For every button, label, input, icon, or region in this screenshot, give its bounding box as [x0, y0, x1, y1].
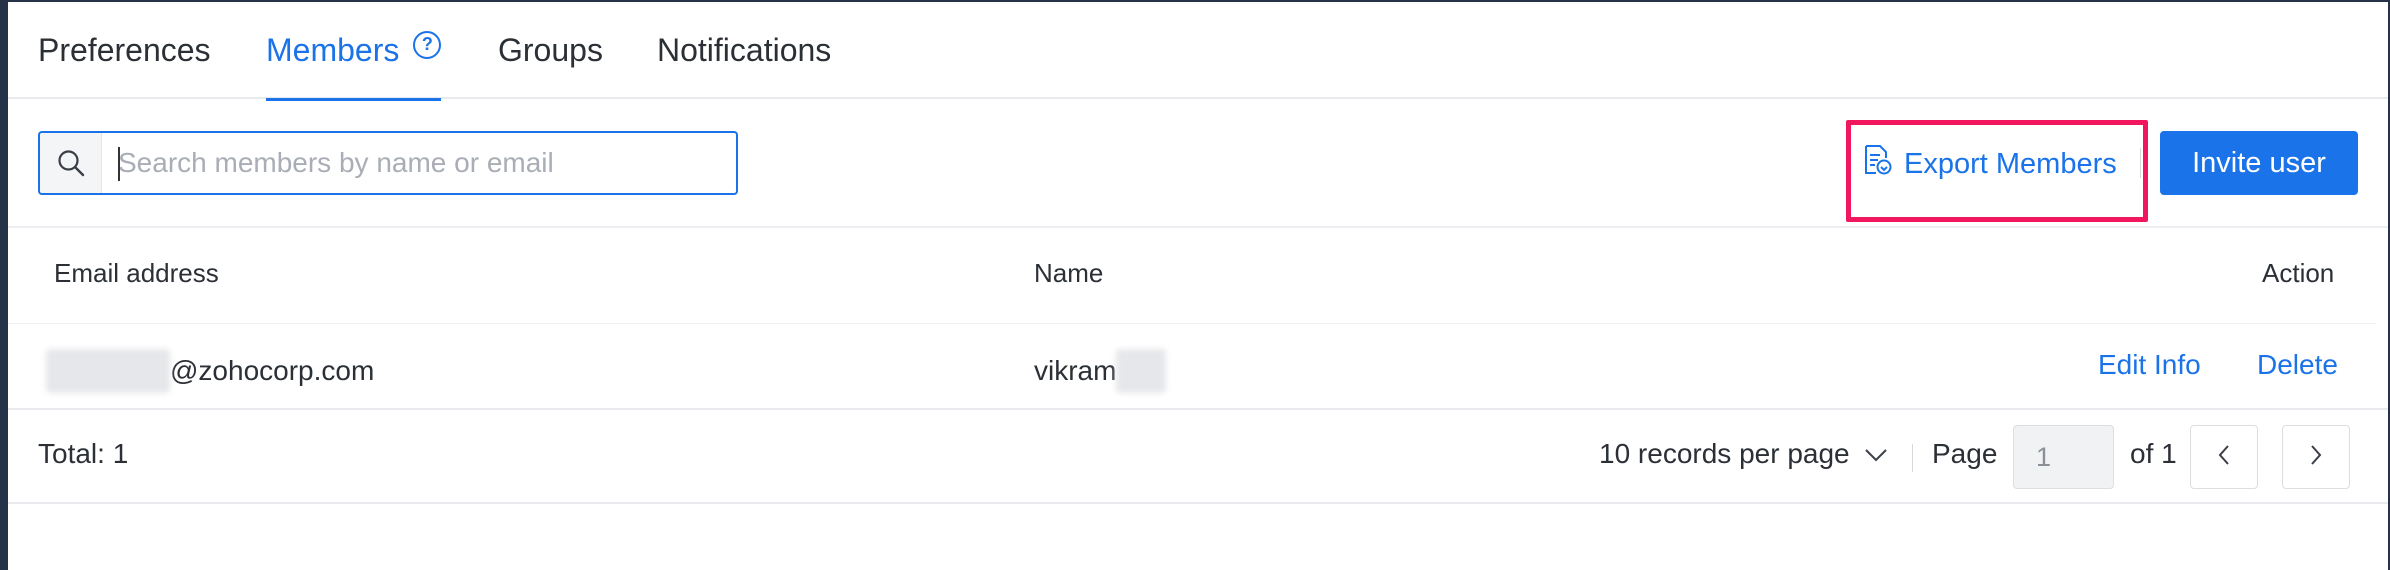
page-number-input[interactable]	[2013, 425, 2114, 489]
tab-notifications-label: Notifications	[657, 32, 832, 68]
search-input[interactable]	[102, 133, 736, 193]
tab-preferences[interactable]: Preferences	[38, 2, 211, 99]
invite-user-button[interactable]: Invite user	[2160, 131, 2358, 195]
tab-notifications[interactable]: Notifications	[657, 2, 831, 99]
chevron-down-icon	[1864, 438, 1888, 470]
header-divider	[8, 323, 2376, 324]
chevron-right-icon	[2309, 443, 2323, 472]
tab-members[interactable]: Members ?	[266, 2, 442, 101]
records-per-page-select[interactable]: 10 records per page	[1599, 438, 1888, 470]
footer-divider	[8, 502, 2388, 504]
column-header-action: Action	[2262, 258, 2335, 288]
column-header-email: Email address	[54, 258, 219, 288]
search-icon	[40, 133, 102, 193]
tab-groups-label: Groups	[498, 32, 603, 68]
export-icon	[1862, 144, 1892, 184]
tab-preferences-label: Preferences	[38, 32, 211, 68]
search-box[interactable]	[38, 131, 738, 195]
tab-groups[interactable]: Groups	[498, 2, 603, 99]
delete-link[interactable]: Delete	[2257, 349, 2338, 381]
text-cursor	[118, 147, 120, 181]
table-row-email: @zohocorp.com	[46, 349, 374, 393]
redacted-name	[1116, 349, 1167, 393]
toolbar-divider-line	[8, 226, 2388, 228]
previous-page-button[interactable]	[2190, 425, 2258, 489]
pagination-separator	[1912, 444, 1913, 472]
help-icon[interactable]: ?	[413, 30, 442, 59]
column-header-name: Name	[1034, 258, 1104, 288]
edit-info-link[interactable]: Edit Info	[2098, 349, 2201, 381]
next-page-button[interactable]	[2282, 425, 2350, 489]
page-label: Page	[1932, 438, 1998, 469]
toolbar-divider	[2140, 148, 2141, 178]
total-count: Total: 1	[38, 438, 129, 469]
chevron-left-icon	[2217, 443, 2231, 472]
member-name: vikram	[1034, 355, 1117, 386]
export-members-button[interactable]: Export Members	[1862, 138, 2117, 190]
tab-bar: Preferences Members ? Groups Notificatio…	[8, 2, 2388, 101]
export-members-label: Export Members	[1904, 147, 2117, 180]
table-row-name: vikram	[1034, 349, 1167, 393]
window-left-border	[0, 0, 8, 570]
row-divider	[8, 408, 2388, 410]
tab-members-label: Members	[266, 32, 400, 68]
redacted-email-user	[46, 349, 170, 393]
email-domain: @zohocorp.com	[170, 355, 375, 386]
page-total-label: of 1	[2130, 438, 2177, 469]
records-per-page-label: 10 records per page	[1599, 438, 1850, 469]
